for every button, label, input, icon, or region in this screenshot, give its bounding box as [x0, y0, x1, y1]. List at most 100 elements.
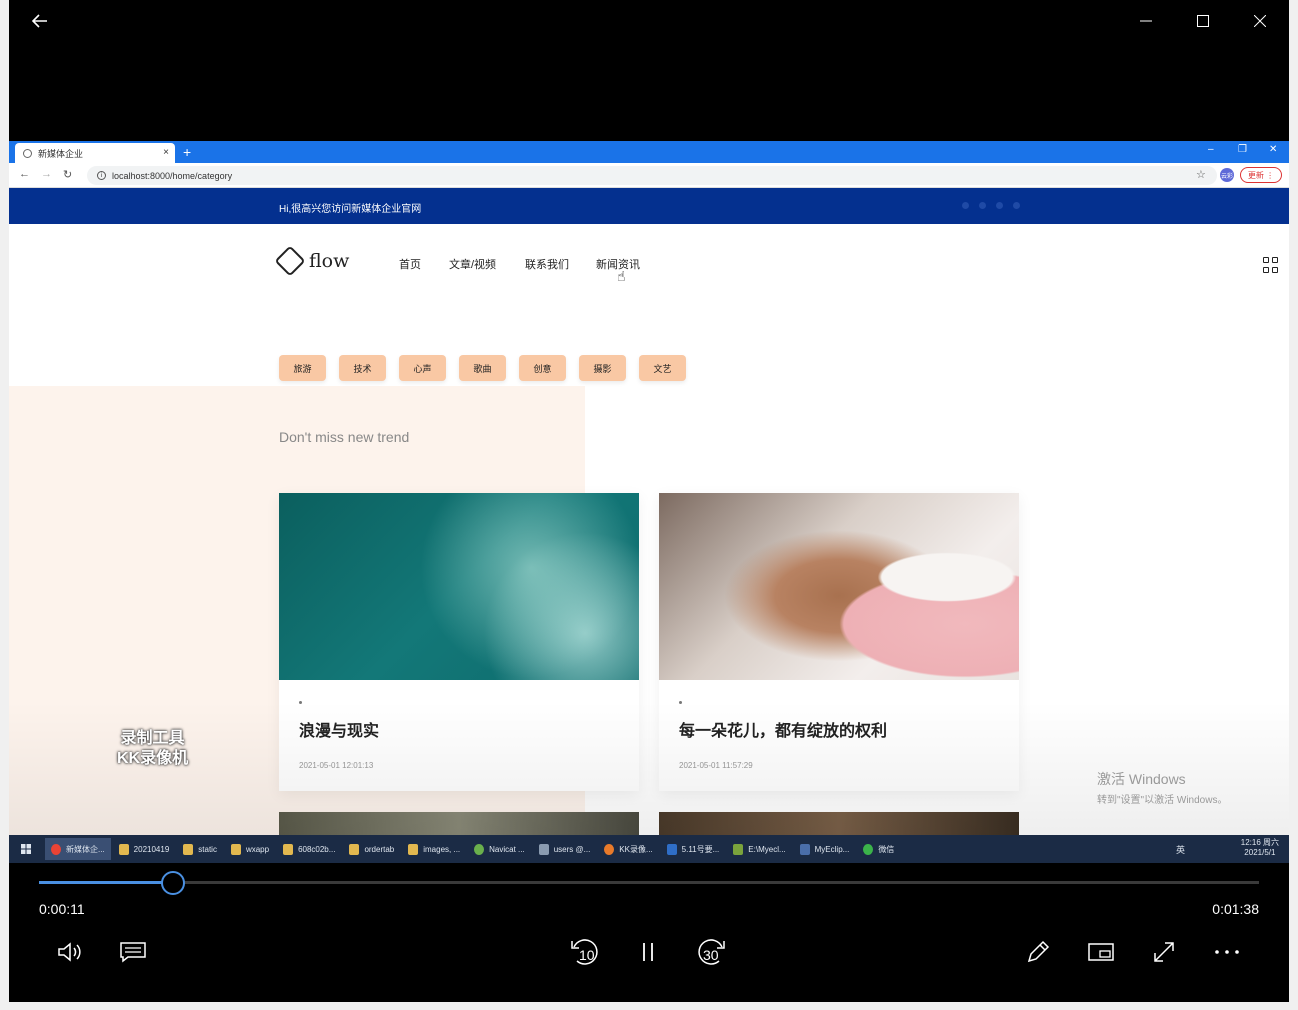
grid-menu-icon[interactable]	[1263, 257, 1279, 273]
article-date: 2021-05-01 12:01:13	[299, 761, 374, 770]
browser-forward-icon[interactable]: →	[41, 168, 52, 180]
taskbar-item-folder[interactable]: static	[177, 838, 223, 860]
taskbar-item-folder[interactable]: 608c02b...	[277, 838, 341, 860]
tab-close-icon[interactable]: ×	[163, 147, 169, 158]
total-time: 0:01:38	[1212, 901, 1259, 917]
taskbar-item-myeclipse[interactable]: MyEclip...	[794, 838, 856, 860]
skip-back-button[interactable]: 10	[567, 934, 603, 970]
address-bar-url: localhost:8000/home/category	[112, 170, 233, 181]
new-tab-button[interactable]: +	[183, 144, 191, 160]
taskbar-label: Navicat ...	[489, 844, 525, 854]
arrow-left-icon	[31, 14, 47, 28]
pause-button[interactable]	[630, 934, 666, 970]
article-title[interactable]: 浪漫与现实	[299, 717, 379, 741]
profile-avatar[interactable]: 云彩	[1220, 168, 1234, 182]
browser-close-icon[interactable]: ✕	[1269, 144, 1277, 155]
activate-title: 激活 Windows	[1097, 771, 1186, 787]
table-icon	[538, 843, 549, 855]
browser-back-icon[interactable]: ←	[19, 168, 30, 180]
article-card[interactable]: 每一朵花儿，都有绽放的权利 2021-05-01 11:57:29	[659, 493, 1019, 791]
volume-button[interactable]	[52, 934, 88, 970]
taskbar-item-wechat[interactable]: 微信	[857, 838, 900, 860]
instagram-icon[interactable]	[996, 202, 1003, 209]
myeclipse-icon	[799, 843, 810, 855]
category-travel[interactable]: 旅游	[279, 355, 326, 381]
category-tech[interactable]: 技术	[339, 355, 386, 381]
back-button[interactable]	[25, 6, 55, 36]
category-creative[interactable]: 创意	[519, 355, 566, 381]
video-frame[interactable]: 新媒体企业 × + – ❐ ✕ ← → ↻ i localhost:8000/h…	[9, 141, 1289, 863]
reload-icon[interactable]: ↻	[63, 168, 72, 181]
fullscreen-icon	[1154, 942, 1174, 962]
picture-in-picture-icon	[1088, 943, 1114, 961]
edit-button[interactable]	[1020, 934, 1056, 970]
taskbar-item-folder[interactable]: wxapp	[225, 838, 275, 860]
taskbar-label: 微信	[878, 844, 895, 854]
facebook-icon[interactable]	[962, 202, 969, 209]
navicat-icon	[474, 843, 485, 855]
taskbar-item-folder[interactable]: ordertab	[343, 838, 400, 860]
category-arts[interactable]: 文艺	[639, 355, 686, 381]
taskbar-label: wxapp	[245, 844, 270, 854]
seek-thumb[interactable]	[161, 871, 186, 895]
current-time: 0:00:11	[39, 901, 85, 917]
taskbar-item-kk[interactable]: KK录像...	[598, 838, 658, 860]
card-dot	[679, 701, 682, 704]
article-title[interactable]: 每一朵花儿，都有绽放的权利	[679, 717, 887, 741]
subtitles-button[interactable]	[115, 934, 151, 970]
taskbar-item-word[interactable]: 5.11号要...	[661, 838, 726, 860]
site-topbar: Hi,很高兴您访问新媒体企业官网	[9, 188, 1289, 224]
update-button[interactable]: 更新 ⋮	[1240, 167, 1282, 183]
globe-icon	[23, 148, 32, 158]
minimize-button[interactable]	[1131, 6, 1161, 36]
close-button[interactable]	[1245, 6, 1275, 36]
taskbar-label: 新媒体企...	[66, 844, 105, 854]
skip-forward-label: 30	[703, 947, 719, 963]
taskbar-item-folder[interactable]: images, ...	[402, 838, 466, 860]
category-photo[interactable]: 摄影	[579, 355, 626, 381]
site-body: flow 首页 文章/视频 联系我们 新闻资讯 ☝ 旅游 技术 心声 歌曲 创意…	[9, 224, 1289, 863]
taskbar-item-explorer[interactable]: E:\Myecl...	[727, 838, 791, 860]
taskbar-clock[interactable]: 12:16 周六 2021/5/1	[1241, 838, 1279, 858]
windows-start-icon[interactable]	[9, 838, 43, 860]
category-songs[interactable]: 歌曲	[459, 355, 506, 381]
input-language[interactable]: 英	[1176, 843, 1185, 856]
taskbar-label: KK录像...	[619, 844, 653, 854]
taskbar-item-folder[interactable]: 20210419	[113, 838, 176, 860]
welcome-text: Hi,很高兴您访问新媒体企业官网	[279, 204, 422, 215]
browser-minimize-icon[interactable]: –	[1208, 144, 1214, 155]
article-card[interactable]: 浪漫与现实 2021-05-01 12:01:13	[279, 493, 639, 791]
browser-toolbar: ← → ↻ i localhost:8000/home/category ☆ 云…	[9, 163, 1289, 188]
clock-date: 2021/5/1	[1244, 848, 1276, 857]
info-icon: i	[97, 171, 106, 180]
folder-icon	[230, 843, 241, 855]
menu-articles[interactable]: 文章/视频	[449, 256, 496, 272]
address-bar[interactable]: i localhost:8000/home/category	[87, 166, 1217, 185]
twitter-icon[interactable]	[979, 202, 986, 209]
logo-icon	[274, 245, 306, 277]
linkedin-icon[interactable]	[1013, 202, 1020, 209]
browser-restore-icon[interactable]: ❐	[1238, 144, 1247, 155]
menu-contact[interactable]: 联系我们	[525, 256, 569, 272]
taskbar-item-chrome[interactable]: 新媒体企...	[45, 838, 111, 860]
fullscreen-button[interactable]	[1146, 934, 1182, 970]
more-options-button[interactable]	[1209, 934, 1245, 970]
taskbar-item-table[interactable]: users @...	[533, 838, 597, 860]
browser-tab[interactable]: 新媒体企业 ×	[15, 143, 175, 163]
mini-view-button[interactable]	[1083, 934, 1119, 970]
kk-recorder-icon	[604, 843, 615, 855]
browser-tabstrip: 新媒体企业 × + – ❐ ✕	[9, 141, 1289, 163]
seek-bar[interactable]	[39, 881, 1259, 884]
folder-icon	[349, 843, 360, 855]
more-icon	[1215, 950, 1239, 954]
menu-home[interactable]: 首页	[399, 256, 421, 272]
maximize-button[interactable]	[1188, 6, 1218, 36]
taskbar-label: MyEclip...	[814, 844, 850, 854]
bookmark-star-icon[interactable]: ☆	[1196, 168, 1206, 181]
video-player-window: 新媒体企业 × + – ❐ ✕ ← → ↻ i localhost:8000/h…	[9, 0, 1289, 1002]
site-logo[interactable]: flow	[274, 245, 349, 277]
taskbar-item-navicat[interactable]: Navicat ...	[468, 838, 531, 860]
skip-forward-button[interactable]: 30	[693, 934, 729, 970]
folder-icon	[118, 843, 129, 855]
category-voice[interactable]: 心声	[399, 355, 446, 381]
